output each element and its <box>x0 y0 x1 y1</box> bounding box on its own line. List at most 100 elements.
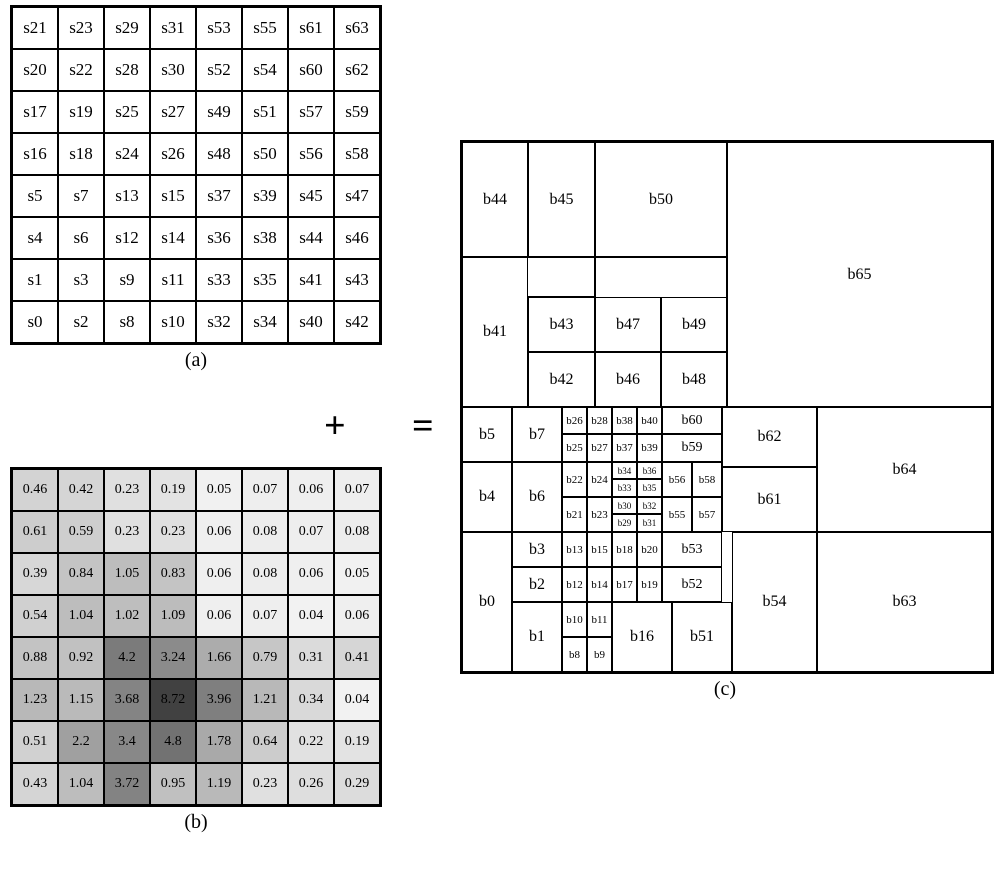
cell-b38: b38 <box>612 407 637 434</box>
grid-b-cell: 1.04 <box>58 595 104 637</box>
grid-b-cell: 0.23 <box>242 763 288 805</box>
cell-b9: b9 <box>587 637 612 672</box>
grid-a-cell: s14 <box>150 217 196 259</box>
grid-b-cell: 1.02 <box>104 595 150 637</box>
cell-b32: b32 <box>637 497 662 514</box>
cell-b0: b0 <box>462 532 512 672</box>
cell-b5: b5 <box>462 407 512 462</box>
cell-b44: b44 <box>462 142 528 257</box>
grid-b-cell: 0.29 <box>334 763 380 805</box>
cell-b39: b39 <box>637 434 662 462</box>
cell-b6: b6 <box>512 462 562 532</box>
grid-a-cell: s49 <box>196 91 242 133</box>
cell-b50: b50 <box>595 142 727 257</box>
grid-a-cell: s47 <box>334 175 380 217</box>
grid-a-cell: s22 <box>58 49 104 91</box>
cell-b40: b40 <box>637 407 662 434</box>
cell-b1: b1 <box>512 602 562 672</box>
grid-b-cell: 0.06 <box>196 595 242 637</box>
cell-b42: b42 <box>528 352 595 407</box>
cell-b61: b61 <box>722 467 817 532</box>
grid-b-cell: 0.04 <box>288 595 334 637</box>
grid-a-cell: s40 <box>288 301 334 343</box>
grid-a-cell: s32 <box>196 301 242 343</box>
grid-b-cell: 1.05 <box>104 553 150 595</box>
grid-b-cell: 0.34 <box>288 679 334 721</box>
grid-a-cell: s15 <box>150 175 196 217</box>
cell-b2: b2 <box>512 567 562 602</box>
grid-a-cell: s5 <box>12 175 58 217</box>
grid-a-cell: s25 <box>104 91 150 133</box>
grid-b-cell: 0.61 <box>12 511 58 553</box>
grid-b-cell: 0.08 <box>242 511 288 553</box>
cell-b23: b23 <box>587 497 612 532</box>
cell-b13: b13 <box>562 532 587 567</box>
cell-b58: b58 <box>692 462 722 497</box>
grid-a: s21s23s29s31s53s55s61s63s20s22s28s30s52s… <box>10 5 382 345</box>
grid-b-cell: 3.72 <box>104 763 150 805</box>
cell-b63: b63 <box>817 532 992 672</box>
cell-b57: b57 <box>692 497 722 532</box>
grid-a-cell: s33 <box>196 259 242 301</box>
grid-b-cell: 0.23 <box>150 511 196 553</box>
grid-b-cell: 8.72 <box>150 679 196 721</box>
grid-a-cell: s31 <box>150 7 196 49</box>
grid-a-cell: s46 <box>334 217 380 259</box>
grid-a-cell: s42 <box>334 301 380 343</box>
cell-b47: b47 <box>595 297 661 352</box>
cell-b30: b30 <box>612 497 637 514</box>
grid-b-cell: 0.59 <box>58 511 104 553</box>
grid-b-cell: 3.68 <box>104 679 150 721</box>
cell-b46: b46 <box>595 352 661 407</box>
grid-b-cell: 1.09 <box>150 595 196 637</box>
grid-a-cell: s52 <box>196 49 242 91</box>
grid-a-cell: s61 <box>288 7 334 49</box>
grid-b-cell: 0.05 <box>334 553 380 595</box>
grid-a-cell: s6 <box>58 217 104 259</box>
grid-a-cell: s50 <box>242 133 288 175</box>
grid-b-cell: 1.78 <box>196 721 242 763</box>
cell-b15: b15 <box>587 532 612 567</box>
grid-a-cell: s58 <box>334 133 380 175</box>
grid-a-cell: s51 <box>242 91 288 133</box>
grid-a-cell: s2 <box>58 301 104 343</box>
grid-a-cell: s1 <box>12 259 58 301</box>
grid-b-cell: 0.42 <box>58 469 104 511</box>
grid-a-cell: s48 <box>196 133 242 175</box>
grid-a-cell: s28 <box>104 49 150 91</box>
cell-b45: b45 <box>528 142 595 257</box>
grid-b-cell: 4.2 <box>104 637 150 679</box>
grid-b-cell: 0.39 <box>12 553 58 595</box>
panel-c-label: (c) <box>460 678 990 701</box>
grid-a-cell: s54 <box>242 49 288 91</box>
cell-b21: b21 <box>562 497 587 532</box>
grid-b-cell: 4.8 <box>150 721 196 763</box>
panel-c: b65 b44 b45 b50 b41 b43 b42 b47 b46 b49 … <box>460 140 994 674</box>
panel-a: s21s23s29s31s53s55s61s63s20s22s28s30s52s… <box>10 5 382 372</box>
cell-b33: b33 <box>612 479 637 497</box>
grid-b-cell: 0.23 <box>104 511 150 553</box>
grid-a-cell: s45 <box>288 175 334 217</box>
grid-a-cell: s37 <box>196 175 242 217</box>
grid-a-cell: s63 <box>334 7 380 49</box>
cell-b41: b41 <box>462 257 528 407</box>
grid-a-cell: s7 <box>58 175 104 217</box>
grid-b-cell: 0.23 <box>104 469 150 511</box>
cell-b59: b59 <box>662 434 722 462</box>
grid-a-cell: s60 <box>288 49 334 91</box>
cell-b60: b60 <box>662 407 722 434</box>
grid-b-cell: 1.66 <box>196 637 242 679</box>
grid-a-cell: s56 <box>288 133 334 175</box>
grid-b-cell: 0.95 <box>150 763 196 805</box>
cell-b8: b8 <box>562 637 587 672</box>
cell-b36: b36 <box>637 462 662 479</box>
cell-b26: b26 <box>562 407 587 434</box>
grid-a-cell: s12 <box>104 217 150 259</box>
grid-a-cell: s59 <box>334 91 380 133</box>
grid-a-cell: s62 <box>334 49 380 91</box>
grid-b-cell: 0.04 <box>334 679 380 721</box>
cell-b64: b64 <box>817 407 992 532</box>
grid-a-cell: s4 <box>12 217 58 259</box>
cell-b12: b12 <box>562 567 587 602</box>
grid-a-cell: s27 <box>150 91 196 133</box>
